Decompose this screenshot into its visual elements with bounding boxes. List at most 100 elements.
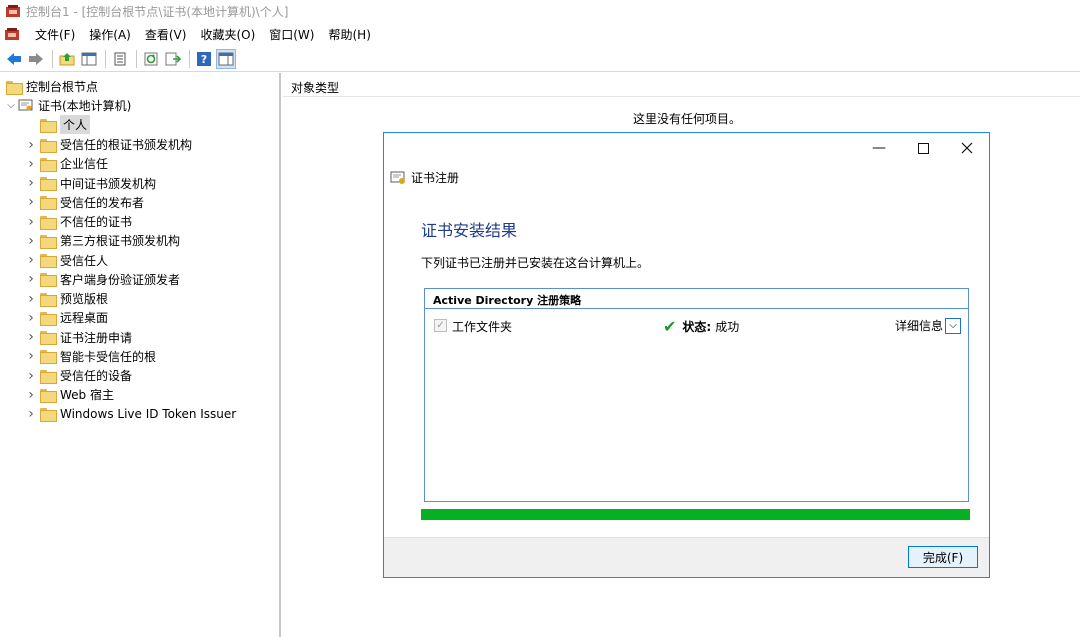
menu-window[interactable]: 窗口(W) — [262, 24, 321, 45]
folder-icon — [40, 292, 57, 307]
console-menu-icon[interactable] — [4, 27, 20, 41]
chevron-down-icon[interactable]: ⌵ — [945, 317, 961, 334]
toolbar-separator — [105, 49, 106, 68]
show-hide-tree-icon[interactable] — [79, 49, 99, 69]
tree-item[interactable]: › 第三方根证书颁发机构 — [24, 231, 180, 250]
chevron-right-icon[interactable]: › — [24, 137, 38, 153]
status-label: 状态: — [682, 320, 712, 334]
folder-icon — [40, 234, 57, 249]
success-check-icon: ✔ — [663, 317, 677, 336]
mmc-app-icon — [6, 5, 20, 17]
tree-item-label: 受信任的发布者 — [60, 195, 145, 210]
chevron-down-icon[interactable]: ⌵ — [4, 99, 18, 113]
show-action-pane-icon[interactable] — [216, 48, 236, 69]
tree-item-label: 不信任的证书 — [60, 215, 133, 229]
folder-icon — [40, 177, 57, 191]
svg-text:?: ? — [201, 53, 207, 66]
status-value: 成功 — [715, 320, 740, 334]
dialog-heading: 证书安装结果 — [421, 221, 518, 240]
tree-item[interactable]: › 智能卡受信任的根 — [24, 347, 156, 366]
menu-action[interactable]: 操作(A) — [82, 24, 138, 45]
chevron-right-icon[interactable]: › — [24, 291, 38, 307]
tree-item[interactable]: › 受信任的设备 — [24, 366, 132, 385]
console-tree: 控制台根节点 ⌵ 证书(本地计算机) 个人 › 受信任的根证书颁发机构 › 企业信任 ›… — [0, 73, 281, 637]
work-folders-checkbox[interactable]: ✓ — [434, 319, 447, 332]
chevron-right-icon[interactable]: › — [24, 156, 38, 172]
minimize-button[interactable]: — — [857, 133, 901, 163]
back-arrow-icon[interactable] — [4, 49, 24, 69]
tree-item[interactable]: › Web 宿主 — [24, 385, 114, 404]
tree-item[interactable]: › 预览版根 — [24, 289, 108, 308]
tree-item-label: 客户端身份验证颁发者 — [60, 272, 181, 287]
certificate-enrollment-dialog: — 证书注册 证书安装结果 下列证书已注册并已安装在这台计算机上。 Active… — [383, 132, 990, 578]
tree-item[interactable]: › Windows Live ID Token Issuer — [24, 405, 236, 424]
properties-icon[interactable] — [110, 49, 130, 69]
dialog-title: 证书注册 — [411, 171, 460, 185]
dialog-footer: 完成(F) — [384, 537, 989, 577]
folder-icon — [40, 157, 57, 172]
toolbar-separator — [189, 49, 190, 68]
menu-view[interactable]: 查看(V) — [138, 24, 194, 45]
tree-item-cert-store[interactable]: ⌵ 证书(本地计算机) — [4, 96, 131, 115]
tree-item-label: 个人 — [60, 115, 91, 134]
tree-item-label: 控制台根节点 — [26, 80, 99, 94]
tree-item-label: Windows Live ID Token Issuer — [60, 407, 237, 421]
chevron-right-icon[interactable]: › — [24, 387, 38, 403]
tree-item-label: 证书(本地计算机) — [38, 99, 132, 113]
chevron-right-icon[interactable]: › — [24, 214, 38, 230]
folder-icon — [40, 388, 57, 403]
toolbar-separator — [136, 49, 137, 68]
menu-file[interactable]: 文件(F) — [28, 24, 82, 45]
dialog-window-controls: — — [857, 133, 989, 163]
progress-fill — [421, 509, 970, 520]
chevron-right-icon[interactable]: › — [24, 194, 38, 210]
tree-item[interactable]: › 客户端身份验证颁发者 — [24, 270, 180, 289]
chevron-right-icon[interactable]: › — [24, 406, 38, 422]
tree-item[interactable]: › 不信任的证书 — [24, 212, 132, 231]
tree-item[interactable]: › 中间证书颁发机构 — [24, 174, 156, 193]
chevron-right-icon[interactable]: › — [24, 329, 38, 345]
tree-item-label: 远程桌面 — [60, 311, 109, 326]
tree-item-label: 中间证书颁发机构 — [60, 176, 157, 191]
refresh-icon[interactable] — [141, 49, 161, 69]
tree-item[interactable]: › 证书注册申请 — [24, 328, 132, 347]
menu-favorites[interactable]: 收藏夹(O) — [193, 24, 262, 45]
column-header-object-type[interactable]: 对象类型 — [283, 73, 1080, 97]
forward-arrow-icon[interactable] — [26, 49, 46, 69]
chevron-right-icon[interactable]: › — [24, 310, 38, 326]
tree-item[interactable]: › 企业信任 — [24, 154, 108, 173]
chevron-right-icon[interactable]: › — [24, 175, 38, 191]
chevron-right-icon[interactable]: › — [24, 271, 38, 287]
tree-item-console-root[interactable]: 控制台根节点 — [6, 77, 98, 96]
details-toggle[interactable]: 详细信息 ⌵ — [895, 317, 961, 334]
export-list-icon[interactable] — [163, 49, 183, 69]
tree-item-label: 智能卡受信任的根 — [60, 349, 157, 364]
folder-icon — [40, 254, 57, 268]
policy-header: Active Directory 注册策略 — [425, 289, 968, 309]
certificate-store-icon — [18, 99, 33, 112]
folder-icon — [40, 408, 57, 422]
folder-icon — [40, 118, 57, 133]
tree-item[interactable]: › 受信任的根证书颁发机构 — [24, 135, 192, 154]
folder-icon — [40, 196, 57, 211]
help-icon[interactable]: ? — [194, 49, 214, 69]
tree-item[interactable]: › 受信任人 — [24, 251, 108, 270]
tree-item-label: 证书注册申请 — [60, 330, 133, 345]
tree-item-personal[interactable]: 个人 — [40, 115, 91, 134]
chevron-right-icon[interactable]: › — [24, 233, 38, 249]
policy-row: ✓ 工作文件夹 ✔ 状态: 成功 详细信息 ⌵ — [425, 309, 968, 339]
tree-item[interactable]: › 受信任的发布者 — [24, 193, 144, 212]
certificate-enrollment-icon — [390, 171, 406, 185]
tree-item-label: Web 宿主 — [60, 388, 114, 403]
chevron-right-icon[interactable]: › — [24, 348, 38, 364]
chevron-right-icon[interactable]: › — [24, 368, 38, 384]
up-folder-icon[interactable] — [57, 49, 77, 69]
maximize-button[interactable] — [901, 133, 945, 163]
enrollment-progress-bar — [421, 509, 970, 520]
tree-item[interactable]: › 远程桌面 — [24, 308, 108, 327]
close-button[interactable] — [945, 133, 989, 163]
toolbar: ? — [0, 46, 1080, 72]
chevron-right-icon[interactable]: › — [24, 252, 38, 268]
menu-help[interactable]: 帮助(H) — [321, 24, 377, 45]
finish-button[interactable]: 完成(F) — [908, 546, 978, 568]
